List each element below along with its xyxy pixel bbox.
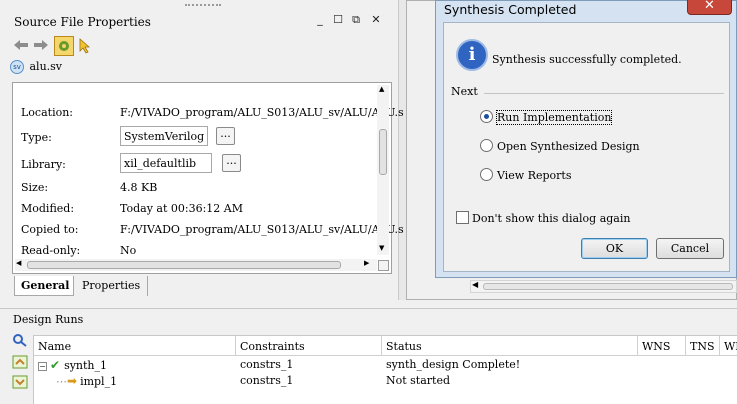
dont-show-checkbox-row[interactable]: Don't show this dialog again — [456, 211, 630, 225]
scroll-corner — [378, 260, 389, 271]
horizontal-scrollbar[interactable]: ◀ ▶ — [15, 259, 377, 271]
tree-connector: ⋯ — [56, 375, 67, 388]
radio-view-reports[interactable]: View Reports — [480, 168, 571, 184]
arrow-right-icon: ➡ — [67, 374, 78, 388]
radio-run-implementation[interactable]: Run Implementation — [480, 110, 613, 126]
scroll-left-arrow-icon[interactable]: ◀ — [472, 280, 478, 289]
constraints-cell: constrs_1 — [240, 358, 294, 371]
maximize-icon[interactable]: ⧉ — [350, 14, 362, 26]
design-runs-title: Design Runs — [13, 313, 84, 326]
column-header-whs[interactable]: WHS — [720, 336, 737, 356]
type-label: Type: — [21, 131, 52, 144]
scroll-thumb[interactable] — [483, 283, 733, 290]
properties-toolbar — [12, 36, 132, 56]
panel-title: Source File Properties — [14, 15, 151, 29]
table-row[interactable]: − ✔ synth_1 constrs_1 synth_design Complet… — [34, 356, 737, 372]
file-name-row: sv alu.sv — [10, 60, 62, 76]
column-header-wns[interactable]: WNS — [638, 336, 686, 356]
radio-label: Run Implementation — [495, 110, 613, 125]
constraints-cell: constrs_1 — [240, 374, 294, 387]
type-field[interactable]: SystemVerilog — [120, 126, 208, 146]
dont-show-label: Don't show this dialog again — [472, 212, 631, 225]
collapse-all-icon[interactable] — [12, 355, 28, 369]
pointer-icon[interactable] — [78, 38, 92, 54]
next-group-label: Next — [451, 85, 478, 98]
scroll-left-arrow-icon[interactable]: ◀ — [16, 259, 21, 267]
library-label: Library: — [21, 158, 66, 171]
properties-tab-bar: General Properties — [12, 276, 392, 296]
group-divider — [484, 93, 724, 94]
scroll-up-arrow-icon[interactable]: ▲ — [379, 85, 384, 93]
library-value: xil_defaultlib — [124, 157, 197, 170]
dialog-content: i Synthesis successfully completed. Next… — [443, 22, 730, 272]
size-value: 4.8 KB — [120, 181, 158, 194]
design-runs-side-toolbar — [8, 331, 32, 404]
tab-general[interactable]: General — [14, 276, 74, 296]
forward-arrow-icon[interactable] — [32, 38, 50, 52]
splitter-bar[interactable] — [398, 0, 406, 300]
column-header-tns[interactable]: TNS — [686, 336, 720, 356]
resize-grip — [185, 2, 221, 6]
read-only-value: No — [120, 244, 137, 257]
expand-all-icon[interactable] — [12, 375, 28, 389]
restore-icon[interactable]: ☐ — [332, 14, 344, 26]
type-value: SystemVerilog — [124, 130, 205, 143]
dont-show-checkbox[interactable] — [456, 211, 469, 224]
column-header-constraints[interactable]: Constraints — [236, 336, 382, 356]
design-runs-panel: Design Runs Name Constraints Status WNS … — [0, 308, 737, 404]
design-runs-table: Name Constraints Status WNS TNS WHS −✔sy… — [33, 335, 737, 404]
size-label: Size: — [21, 181, 49, 194]
location-label: Location: — [21, 106, 73, 119]
radio-button[interactable] — [480, 168, 493, 181]
radio-label: Open Synthesized Design — [497, 140, 640, 153]
tree-collapse-icon[interactable]: − — [38, 362, 47, 371]
library-browse-button[interactable]: ... — [222, 154, 241, 172]
run-name: synth_1 — [64, 359, 108, 372]
copied-to-label: Copied to: — [21, 223, 79, 236]
column-header-name[interactable]: Name — [34, 336, 236, 356]
close-icon[interactable]: ✕ — [687, 0, 732, 15]
radio-open-synthesized-design[interactable]: Open Synthesized Design — [480, 139, 640, 155]
background-horizontal-scrollbar[interactable]: ◀ — [470, 280, 737, 293]
search-icon[interactable] — [12, 333, 28, 347]
systemverilog-file-icon: sv — [10, 60, 24, 74]
modified-value: Today at 00:36:12 AM — [120, 202, 243, 215]
copied-to-value: F:/VIVADO_program/ALU_S013/ALU_sv/ALU/AL… — [120, 223, 404, 236]
dialog-message: Synthesis successfully completed. — [492, 53, 682, 66]
table-row[interactable]: ⋯➡ impl_1 constrs_1 Not started — [34, 372, 737, 388]
check-icon: ✔ — [50, 358, 61, 372]
name-cell: − ✔ synth_1 — [34, 356, 236, 372]
run-name: impl_1 — [80, 375, 118, 388]
radio-button[interactable] — [480, 139, 493, 152]
properties-body: Location: F:/VIVADO_program/ALU_S013/ALU… — [12, 82, 404, 274]
vertical-scroll-thumb[interactable] — [379, 129, 387, 175]
name-cell: ⋯➡ impl_1 — [34, 372, 236, 388]
dialog-title: Synthesis Completed — [444, 2, 577, 17]
back-arrow-icon[interactable] — [12, 38, 30, 52]
scroll-down-arrow-icon[interactable]: ▼ — [379, 244, 384, 252]
type-browse-button[interactable]: ... — [216, 127, 235, 145]
tab-properties[interactable]: Properties — [76, 276, 148, 296]
horizontal-scroll-thumb[interactable] — [27, 261, 341, 269]
file-name: alu.sv — [29, 60, 63, 73]
vertical-scrollbar[interactable]: ▲ ▼ — [377, 85, 389, 255]
column-header-status[interactable]: Status — [382, 336, 638, 356]
source-file-properties-panel: Source File Properties _ ☐ ⧉ ✕ sv alu.sv… — [8, 10, 404, 300]
radio-label: View Reports — [497, 169, 572, 182]
read-only-label: Read-only: — [21, 244, 81, 257]
scroll-right-arrow-icon[interactable]: ▶ — [364, 259, 369, 267]
status-cell: Not started — [386, 374, 451, 387]
close-panel-icon[interactable]: ✕ — [370, 14, 382, 26]
settings-icon[interactable] — [54, 36, 74, 56]
library-field[interactable]: xil_defaultlib — [120, 153, 212, 173]
ok-button[interactable]: OK — [581, 238, 648, 259]
modified-label: Modified: — [21, 202, 75, 215]
status-cell: synth_design Complete! — [386, 358, 521, 371]
minimize-icon[interactable]: _ — [314, 14, 326, 26]
cancel-button[interactable]: Cancel — [656, 238, 724, 259]
synthesis-completed-dialog: Synthesis Completed ✕ i Synthesis succes… — [435, 0, 737, 278]
location-value: F:/VIVADO_program/ALU_S013/ALU_sv/ALU/AL… — [120, 106, 404, 119]
info-icon: i — [456, 39, 488, 71]
radio-button-selected[interactable] — [480, 110, 493, 123]
